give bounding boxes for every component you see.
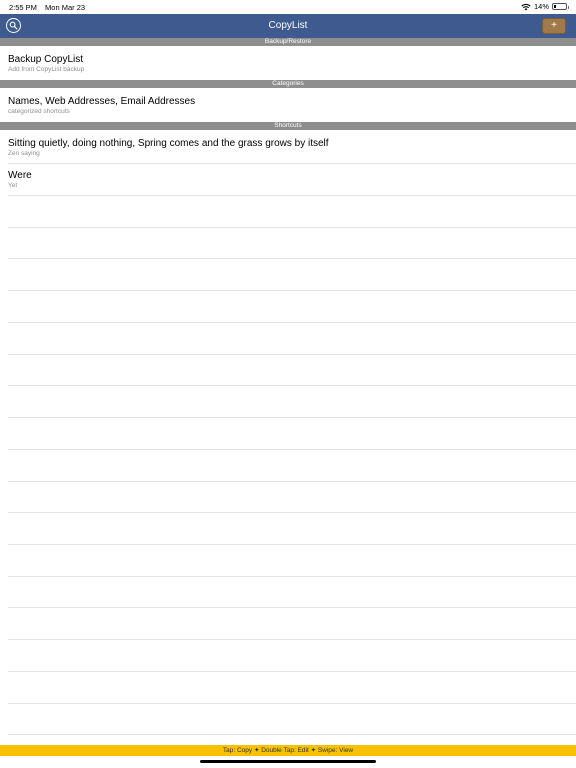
status-left: 2:55 PM Mon Mar 23 [9, 3, 91, 12]
row-separator [8, 703, 576, 704]
row-separator [8, 576, 576, 577]
list-item-subtitle: Add from CopyList backup [8, 66, 85, 73]
status-right: 14% [521, 2, 569, 11]
row-separator [8, 195, 576, 196]
row-separator [8, 449, 576, 450]
navigation-bar: CopyList + [0, 14, 576, 38]
list-item-shortcut[interactable]: Sitting quietly, doing nothing, Spring c… [0, 130, 576, 162]
section-header-shortcuts: Shortcuts [0, 122, 576, 130]
list-item-title: Names, Web Addresses, Email Addresses [8, 96, 196, 107]
list-item-subtitle: Yet [8, 182, 18, 189]
list-item-subtitle: Zen saying [8, 150, 40, 157]
row-separator [8, 385, 576, 386]
list-item-categories[interactable]: Names, Web Addresses, Email Addresses ca… [0, 88, 576, 122]
row-separator [8, 417, 576, 418]
battery-fill [554, 5, 556, 8]
status-bar: 2:55 PM Mon Mar 23 14% [0, 0, 576, 14]
battery-icon [552, 3, 569, 10]
list-item-backup-copylist[interactable]: Backup CopyList Add from CopyList backup [0, 46, 576, 80]
row-separator [8, 227, 576, 228]
row-separator [8, 671, 576, 672]
page-title: CopyList [268, 20, 308, 31]
row-separator [8, 481, 576, 482]
row-separator [8, 544, 576, 545]
row-separator [8, 354, 576, 355]
row-separator [8, 322, 576, 323]
list-item-title: Were [8, 170, 32, 181]
row-separator [8, 258, 576, 259]
home-indicator[interactable] [200, 760, 376, 763]
list-item-title: Sitting quietly, doing nothing, Spring c… [8, 138, 329, 149]
row-separator [8, 512, 576, 513]
add-button[interactable]: + [542, 18, 566, 34]
row-separator [8, 734, 576, 735]
gesture-hint-bar: Tap: Copy ✦ Double Tap: Edit ✦ Swipe: Vi… [0, 745, 576, 756]
row-separator [8, 607, 576, 608]
list-item-title: Backup CopyList [8, 54, 84, 65]
section-header-backup: Backup/Restore [0, 38, 576, 46]
row-separator [8, 639, 576, 640]
status-date: Mon Mar 23 [45, 3, 86, 12]
copylist-screen: 2:55 PM Mon Mar 23 14% CopyList + Backup [0, 0, 576, 768]
battery-percent: 14% [533, 2, 549, 11]
status-time: 2:55 PM [9, 3, 37, 12]
section-header-categories: Categories [0, 80, 576, 88]
row-separator [8, 290, 576, 291]
wifi-icon [521, 3, 531, 10]
list-item-shortcut[interactable]: Were Yet [0, 164, 576, 194]
list-item-subtitle: categorized shortcuts [8, 108, 70, 115]
